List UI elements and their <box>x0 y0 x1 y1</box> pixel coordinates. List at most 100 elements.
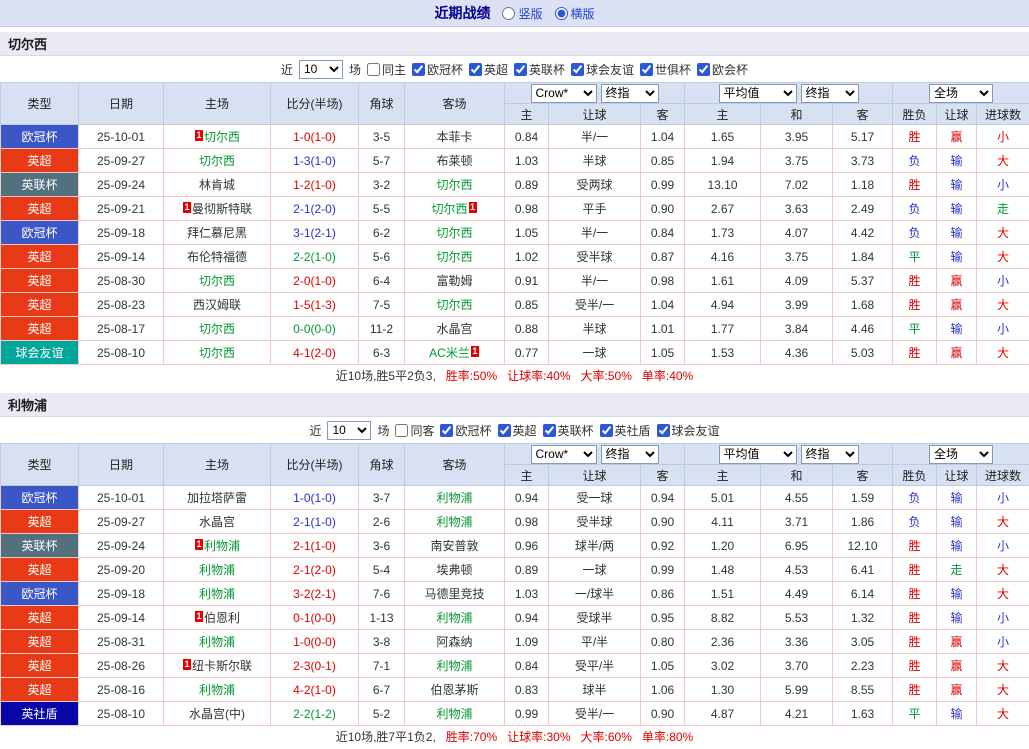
team-link[interactable]: 利物浦 <box>199 587 235 601</box>
league-checkbox[interactable] <box>514 63 527 76</box>
team-link[interactable]: 伯恩茅斯 <box>430 683 478 697</box>
league-filter[interactable]: 英联杯 <box>543 422 594 439</box>
team-link[interactable]: 利物浦 <box>204 539 240 553</box>
league-filter[interactable]: 英社盾 <box>600 422 651 439</box>
fulltime-select[interactable]: 全场 <box>929 445 993 464</box>
team-link[interactable]: 马德里竞技 <box>424 587 484 601</box>
fulltime-select[interactable]: 全场 <box>929 84 993 103</box>
score-cell[interactable]: 2-2(1-2) <box>271 702 359 726</box>
team-link[interactable]: 阿森纳 <box>436 635 472 649</box>
same-venue-checkbox[interactable] <box>395 424 408 437</box>
layout-horizontal-option[interactable]: 横版 <box>555 5 595 22</box>
league-checkbox[interactable] <box>412 63 425 76</box>
bookmaker-select[interactable]: Crow* <box>531 445 597 464</box>
team-link[interactable]: 利物浦 <box>436 659 472 673</box>
team-link[interactable]: 切尔西 <box>436 250 472 264</box>
team-link[interactable]: 切尔西 <box>199 322 235 336</box>
score-cell[interactable]: 2-2(1-0) <box>271 245 359 269</box>
league-filter[interactable]: 球会友谊 <box>657 422 720 439</box>
team-link[interactable]: 利物浦 <box>436 515 472 529</box>
team-link[interactable]: 拜仁慕尼黑 <box>187 226 247 240</box>
league-filter[interactable]: 欧会杯 <box>697 61 748 78</box>
recent-count-select[interactable]: 10 <box>299 60 343 79</box>
team-link[interactable]: 切尔西 <box>204 130 240 144</box>
league-filter[interactable]: 英超 <box>498 422 537 439</box>
team-link[interactable]: 切尔西 <box>199 346 235 360</box>
team-link[interactable]: 曼彻斯特联 <box>192 202 252 216</box>
score-cell[interactable]: 1-0(1-0) <box>271 125 359 149</box>
team-link[interactable]: 纽卡斯尔联 <box>192 659 252 673</box>
league-filter[interactable]: 欧冠杯 <box>412 61 463 78</box>
team-link[interactable]: 南安普敦 <box>430 539 478 553</box>
league-filter[interactable]: 英超 <box>469 61 508 78</box>
score-cell[interactable]: 3-2(2-1) <box>271 582 359 606</box>
vertical-radio[interactable] <box>502 7 515 20</box>
score-cell[interactable]: 2-1(1-0) <box>271 510 359 534</box>
team-link[interactable]: 切尔西 <box>436 298 472 312</box>
score-cell[interactable]: 2-1(2-0) <box>271 197 359 221</box>
score-cell[interactable]: 4-2(1-0) <box>271 678 359 702</box>
score-cell[interactable]: 1-3(1-0) <box>271 149 359 173</box>
league-checkbox[interactable] <box>657 424 670 437</box>
league-checkbox[interactable] <box>469 63 482 76</box>
team-link[interactable]: 利物浦 <box>436 707 472 721</box>
team-link[interactable]: 切尔西 <box>436 226 472 240</box>
team-link[interactable]: 本菲卡 <box>436 130 472 144</box>
league-checkbox[interactable] <box>600 424 613 437</box>
league-checkbox[interactable] <box>498 424 511 437</box>
team-link[interactable]: 利物浦 <box>199 563 235 577</box>
score-cell[interactable]: 1-5(1-3) <box>271 293 359 317</box>
avg-final-select[interactable]: 终指 <box>801 84 859 103</box>
score-cell[interactable]: 0-1(0-0) <box>271 606 359 630</box>
horizontal-radio[interactable] <box>555 7 568 20</box>
bookmaker-select[interactable]: Crow* <box>531 84 597 103</box>
team-link[interactable]: 富勒姆 <box>436 274 472 288</box>
avg-select[interactable]: 平均值 <box>719 445 797 464</box>
same-venue-checkbox[interactable] <box>367 63 380 76</box>
score-cell[interactable]: 1-0(1-0) <box>271 486 359 510</box>
score-cell[interactable]: 4-1(2-0) <box>271 341 359 365</box>
team-link[interactable]: 切尔西 <box>431 202 467 216</box>
score-cell[interactable]: 1-2(1-0) <box>271 173 359 197</box>
team-link[interactable]: 加拉塔萨雷 <box>187 491 247 505</box>
league-checkbox[interactable] <box>440 424 453 437</box>
league-checkbox[interactable] <box>571 63 584 76</box>
league-filter[interactable]: 英联杯 <box>514 61 565 78</box>
score-cell[interactable]: 2-1(1-0) <box>271 534 359 558</box>
team-link[interactable]: 切尔西 <box>199 154 235 168</box>
team-link[interactable]: 切尔西 <box>436 178 472 192</box>
team-link[interactable]: 伯恩利 <box>204 611 240 625</box>
league-filter[interactable]: 球会友谊 <box>571 61 634 78</box>
score-cell[interactable]: 2-1(2-0) <box>271 558 359 582</box>
league-checkbox[interactable] <box>697 63 710 76</box>
team-link[interactable]: 利物浦 <box>199 683 235 697</box>
recent-count-select[interactable]: 10 <box>327 421 371 440</box>
team-link[interactable]: 水晶宫 <box>199 515 235 529</box>
team-link[interactable]: 切尔西 <box>199 274 235 288</box>
score-cell[interactable]: 2-0(1-0) <box>271 269 359 293</box>
same-venue-filter[interactable]: 同主 <box>367 61 406 78</box>
league-checkbox[interactable] <box>543 424 556 437</box>
league-checkbox[interactable] <box>640 63 653 76</box>
score-cell[interactable]: 0-0(0-0) <box>271 317 359 341</box>
team-link[interactable]: 林肯城 <box>199 178 235 192</box>
crown-final-select[interactable]: 终指 <box>601 84 659 103</box>
layout-vertical-option[interactable]: 竖版 <box>502 5 542 22</box>
crown-final-select[interactable]: 终指 <box>601 445 659 464</box>
team-link[interactable]: 布伦特福德 <box>187 250 247 264</box>
team-link[interactable]: 水晶宫 <box>436 322 472 336</box>
team-link[interactable]: 利物浦 <box>436 611 472 625</box>
team-link[interactable]: 埃弗顿 <box>436 563 472 577</box>
score-cell[interactable]: 2-3(0-1) <box>271 654 359 678</box>
team-link[interactable]: 布莱顿 <box>436 154 472 168</box>
team-link[interactable]: 西汉姆联 <box>193 298 241 312</box>
league-filter[interactable]: 世俱杯 <box>640 61 691 78</box>
avg-select[interactable]: 平均值 <box>719 84 797 103</box>
team-link[interactable]: 水晶宫(中) <box>189 707 245 721</box>
score-cell[interactable]: 1-0(0-0) <box>271 630 359 654</box>
team-link[interactable]: 利物浦 <box>199 635 235 649</box>
team-link[interactable]: 利物浦 <box>436 491 472 505</box>
score-cell[interactable]: 3-1(2-1) <box>271 221 359 245</box>
team-link[interactable]: AC米兰 <box>429 346 470 360</box>
same-venue-filter[interactable]: 同客 <box>395 422 434 439</box>
